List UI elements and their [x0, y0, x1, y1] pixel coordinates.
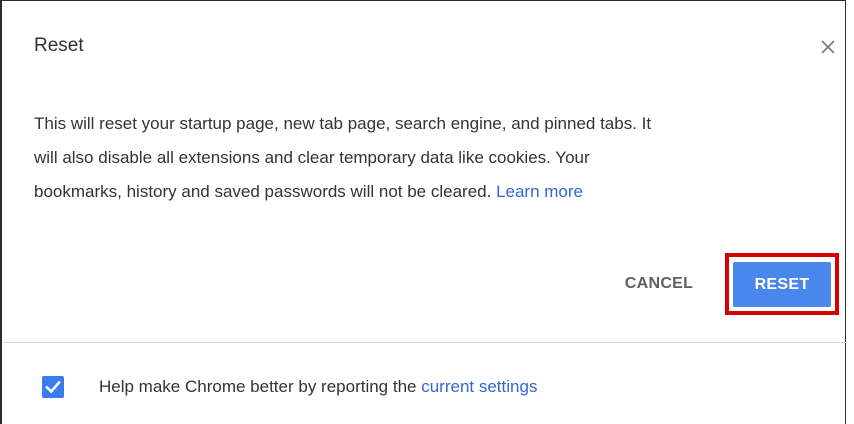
reset-button[interactable]: RESET — [733, 262, 831, 307]
close-button[interactable] — [818, 37, 838, 57]
description-line-1: This will reset your startup page, new t… — [34, 114, 652, 133]
checkmark-icon — [45, 380, 61, 394]
dialog-description: This will reset your startup page, new t… — [34, 107, 824, 209]
dialog-title: Reset — [34, 35, 84, 56]
report-settings-label: Help make Chrome better by reporting the… — [99, 376, 537, 398]
cancel-button[interactable]: CANCEL — [607, 259, 711, 309]
learn-more-link[interactable]: Learn more — [496, 182, 583, 201]
current-settings-link[interactable]: current settings — [421, 377, 537, 396]
report-settings-checkbox[interactable] — [42, 376, 64, 398]
reset-dialog: Reset This will reset your startup page,… — [0, 0, 848, 424]
close-icon — [821, 40, 835, 54]
divider — [2, 342, 848, 343]
description-line-2: will also disable all extensions and cle… — [34, 148, 590, 167]
report-settings-text: Help make Chrome better by reporting the — [99, 377, 422, 396]
description-line-3: bookmarks, history and saved passwords w… — [34, 182, 497, 201]
